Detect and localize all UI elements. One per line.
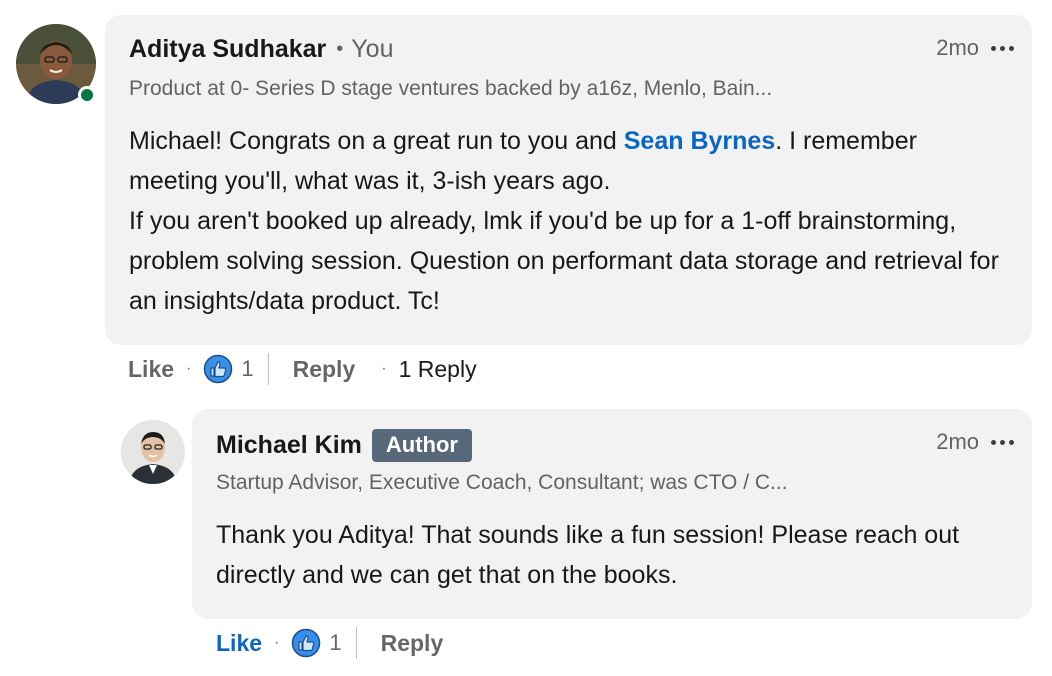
separator-dot: · — [274, 634, 280, 651]
like-count[interactable]: 1 — [329, 630, 341, 656]
like-count[interactable]: 1 — [241, 356, 253, 382]
separator-dot: • — [336, 38, 344, 60]
reply-actions: Like · 1 Reply — [216, 626, 443, 660]
reply-button[interactable]: Reply — [381, 630, 444, 657]
divider — [267, 353, 269, 385]
reply-author-name[interactable]: Michael Kim — [216, 431, 362, 460]
relation-label: You — [351, 35, 394, 63]
comment-text: Michael! Congrats on a great run to you … — [129, 121, 999, 321]
reply-timestamp: 2mo — [936, 429, 979, 454]
thumbs-up-reaction-icon[interactable] — [291, 628, 321, 658]
more-options-icon[interactable] — [991, 432, 1014, 452]
comment-header: Aditya Sudhakar • You — [129, 35, 393, 64]
reply-meta: 2mo — [936, 429, 1014, 455]
reply-text: Thank you Aditya! That sounds like a fun… — [216, 521, 960, 589]
replies-count-link[interactable]: 1 Reply — [399, 356, 477, 383]
thumbs-up-reaction-icon[interactable] — [203, 354, 233, 384]
divider — [355, 627, 357, 659]
reply-header: Michael Kim Author — [216, 429, 472, 462]
comment-text-paragraph: If you aren't booked up already, lmk if … — [129, 207, 999, 315]
comment-actions: Like · 1 Reply · 1 Reply — [128, 352, 477, 386]
commenter-name[interactable]: Aditya Sudhakar — [129, 35, 326, 64]
more-options-icon[interactable] — [991, 38, 1014, 58]
comment-bubble: Aditya Sudhakar • You 2mo Product at 0- … — [105, 15, 1032, 345]
commenter-headline: Product at 0- Series D stage ventures ba… — [129, 77, 773, 100]
like-button[interactable]: Like — [216, 630, 262, 657]
comment-meta: 2mo — [936, 35, 1014, 61]
comment-timestamp: 2mo — [936, 35, 979, 60]
reply-author-avatar[interactable] — [121, 420, 185, 484]
reply-author-headline: Startup Advisor, Executive Coach, Consul… — [216, 471, 788, 494]
mention-link[interactable]: Sean Byrnes — [624, 127, 775, 155]
like-button[interactable]: Like — [128, 356, 174, 383]
separator-dot: · — [381, 360, 387, 377]
separator-dot: · — [186, 360, 192, 377]
reply-button[interactable]: Reply — [293, 356, 356, 383]
online-status-indicator — [78, 86, 96, 104]
reply-bubble: Michael Kim Author 2mo Startup Advisor, … — [192, 409, 1032, 619]
comment-text-part: Michael! Congrats on a great run to you … — [129, 127, 624, 155]
author-badge: Author — [371, 429, 472, 462]
